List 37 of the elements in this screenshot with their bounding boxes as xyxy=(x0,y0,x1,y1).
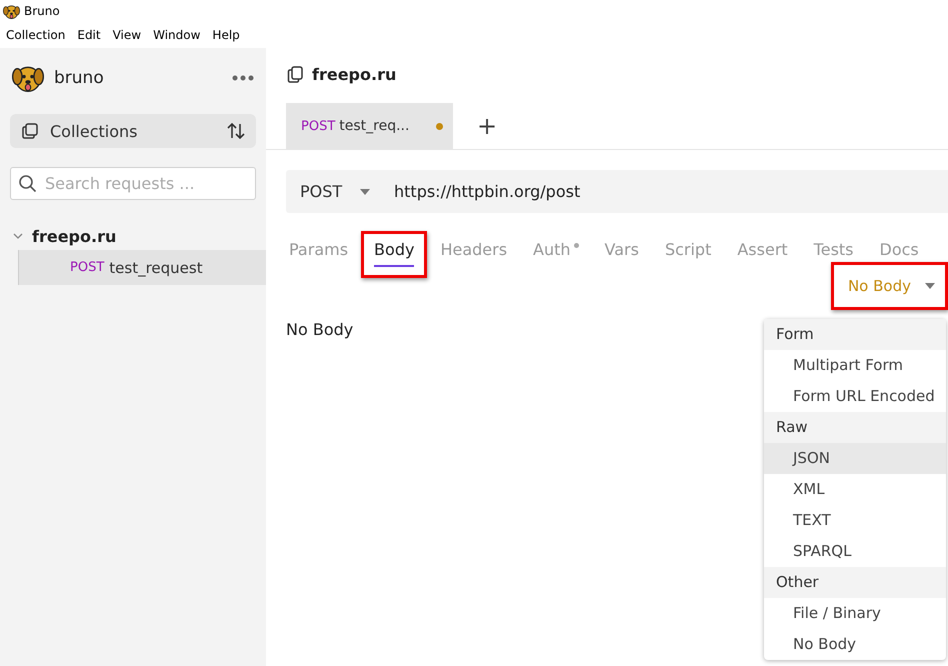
url-text: https://httpbin.org/post xyxy=(394,182,580,201)
menu-option[interactable]: XML xyxy=(764,474,946,505)
search-icon xyxy=(18,174,38,194)
app-name: bruno xyxy=(54,68,105,88)
pane-tab[interactable]: Body xyxy=(361,231,428,278)
window-title: Bruno xyxy=(24,4,60,18)
url-bar[interactable]: POST https://httpbin.org/post xyxy=(286,170,948,213)
menu-section-header: Raw xyxy=(764,412,946,443)
menu-option[interactable]: File / Binary xyxy=(764,598,946,629)
caret-down-icon xyxy=(925,283,935,289)
menu-option[interactable]: Form URL Encoded xyxy=(764,381,946,412)
collections-button[interactable]: Collections xyxy=(10,114,256,148)
method-dropdown[interactable]: POST xyxy=(300,182,394,201)
menu-option[interactable]: Multipart Form xyxy=(764,350,946,381)
copy-icon xyxy=(286,65,304,83)
request-tab[interactable]: POST test_req... xyxy=(286,103,453,149)
menu-item[interactable]: View xyxy=(112,28,142,42)
dog-logo-icon xyxy=(3,2,20,20)
menu-item[interactable]: Help xyxy=(212,28,240,42)
body-content-text: No Body xyxy=(286,320,354,339)
menu-item[interactable]: Window xyxy=(153,28,200,42)
collection-title: freepo.ru xyxy=(312,64,396,84)
folder-item[interactable]: freepo.ru xyxy=(0,222,266,250)
menu-option[interactable]: TEXT xyxy=(764,505,946,536)
menu-option[interactable]: No Body xyxy=(764,629,946,660)
copy-icon xyxy=(20,121,40,141)
menu-item[interactable]: Collection xyxy=(6,28,66,42)
caret-down-icon xyxy=(360,188,370,194)
sort-icon xyxy=(226,121,246,141)
menu-section-header: Form xyxy=(764,319,946,350)
menu-item[interactable]: Edit xyxy=(77,28,101,42)
menu-option[interactable]: JSON xyxy=(764,443,946,474)
more-icon xyxy=(232,75,254,81)
new-tab-button[interactable]: + xyxy=(471,112,504,140)
menu-section-header: Other xyxy=(764,567,946,598)
menu-option[interactable]: SPARQL xyxy=(764,536,946,567)
search-field[interactable]: Search requests ... xyxy=(10,167,256,200)
